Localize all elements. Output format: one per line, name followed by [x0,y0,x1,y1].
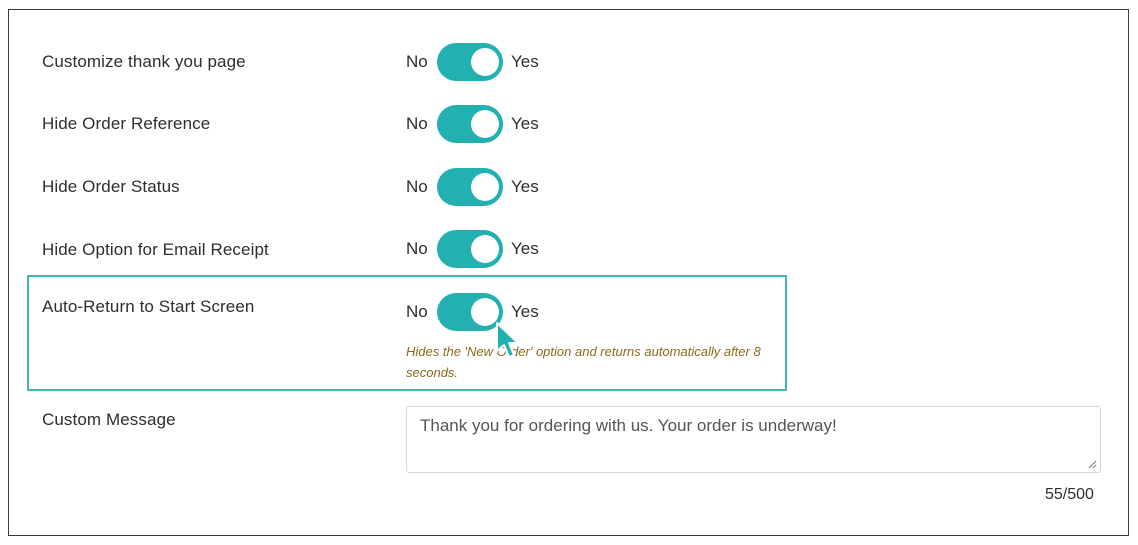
toggle-no-label: No [406,52,428,71]
mouse-cursor-icon [496,322,519,358]
setting-label: Auto-Return to Start Screen [42,297,255,316]
toggle-yes-label: Yes [511,52,539,71]
custom-message-textarea[interactable]: Thank you for ordering with us. Your ord… [406,406,1101,473]
resize-handle-icon[interactable] [1087,459,1097,469]
toggle-yes-label: Yes [511,177,539,196]
toggle-group: No Yes [406,230,539,268]
toggle-group: No Yes [406,168,539,206]
toggle-group: No Yes [406,105,539,143]
auto-return-toggle[interactable] [437,293,503,331]
toggle-yes-label: Yes [511,302,539,321]
setting-label: Hide Order Status [42,177,180,196]
character-counter: 55/500 [1045,486,1094,503]
setting-label: Hide Option for Email Receipt [42,240,269,259]
toggle-knob [471,48,499,76]
toggle-no-label: No [406,302,428,321]
toggle-group: No Yes [406,43,539,81]
toggle-knob [471,110,499,138]
customize-thank-you-toggle[interactable] [437,43,503,81]
toggle-no-label: No [406,177,428,196]
setting-label: Customize thank you page [42,52,246,71]
toggle-no-label: No [406,239,428,258]
custom-message-value: Thank you for ordering with us. Your ord… [420,416,837,435]
toggle-yes-label: Yes [511,114,539,133]
toggle-yes-label: Yes [511,239,539,258]
custom-message-label: Custom Message [42,410,176,429]
hide-email-receipt-toggle[interactable] [437,230,503,268]
toggle-knob [471,173,499,201]
toggle-knob [471,235,499,263]
settings-panel: Customize thank you page No Yes Hide Ord… [8,9,1129,536]
toggle-no-label: No [406,114,428,133]
hide-order-reference-toggle[interactable] [437,105,503,143]
hide-order-status-toggle[interactable] [437,168,503,206]
setting-label: Hide Order Reference [42,114,211,133]
auto-return-hint: Hides the 'New Order' option and returns… [406,344,761,380]
